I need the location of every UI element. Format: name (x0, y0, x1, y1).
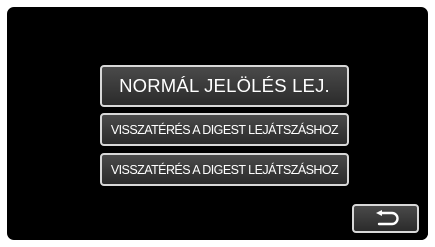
normal-mark-playback-button[interactable]: NORMÁL JELÖLÉS LEJ. (100, 65, 349, 107)
return-arrow-icon (375, 209, 399, 225)
return-to-digest-playback-button-2[interactable]: VISSZATÉRÉS A DIGEST LEJÁTSZÁSHOZ (100, 153, 349, 186)
device-screen-frame: NORMÁL JELÖLÉS LEJ. VISSZATÉRÉS A DIGEST… (0, 0, 435, 247)
back-button[interactable] (352, 204, 419, 233)
return-to-digest-playback-button[interactable]: VISSZATÉRÉS A DIGEST LEJÁTSZÁSHOZ (100, 113, 349, 146)
